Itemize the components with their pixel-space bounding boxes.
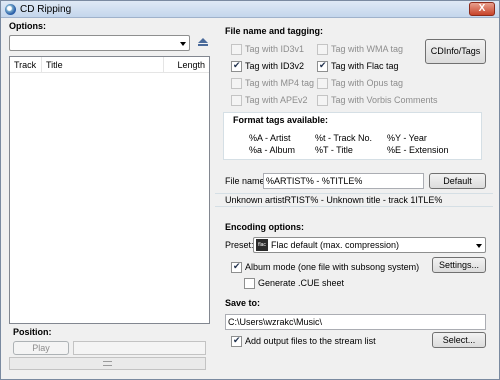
cd-app-icon: [5, 4, 16, 15]
checkbox-box: [317, 78, 328, 89]
filename-label: File name:: [225, 176, 268, 186]
checkbox-label: Tag with ID3v1: [245, 44, 305, 54]
filename-preview-bar: Unknown artistRTIST% - Unknown title - t…: [215, 193, 493, 207]
eject-icon[interactable]: [197, 36, 209, 48]
chevron-down-icon: [476, 244, 482, 248]
play-button[interactable]: Play: [13, 341, 69, 355]
checkbox-label: Tag with Flac tag: [331, 61, 399, 71]
settings-button[interactable]: Settings...: [432, 257, 486, 273]
track-list[interactable]: Track Title Length: [9, 56, 210, 324]
format-tag-track-no: %t - Track No.: [315, 133, 373, 143]
format-tag-artist: %A - Artist: [249, 133, 291, 143]
checkbox-box: [231, 78, 242, 89]
preset-select[interactable]: flac Flac default (max. compression): [253, 237, 486, 253]
column-length[interactable]: Length: [164, 57, 209, 73]
preset-label: Preset:: [225, 240, 254, 250]
format-tag-extension: %E - Extension: [387, 145, 449, 155]
checkbox-box: [231, 335, 242, 347]
format-tags-box: Format tags available: %A - Artist %t - …: [223, 112, 482, 160]
checkbox-box: [244, 278, 255, 289]
checkbox-label: Tag with MP4 tag: [245, 78, 315, 88]
filename-input[interactable]: %ARTIST% - %TITLE%: [263, 173, 424, 189]
checkbox-label: Album mode (one file with subsong system…: [245, 262, 420, 272]
checkbox-label: Add output files to the stream list: [245, 336, 376, 346]
checkbox-label: Tag with APEv2: [245, 95, 308, 105]
checkbox-label: Tag with Vorbis Comments: [331, 95, 438, 105]
cdinfo-tags-button[interactable]: CDInfo/Tags: [425, 39, 486, 64]
checkbox-box: [231, 60, 242, 72]
checkbox-box: [317, 44, 328, 55]
select-folder-button[interactable]: Select...: [432, 332, 486, 348]
encoding-header: Encoding options:: [225, 222, 304, 232]
checkbox-box: [317, 60, 328, 72]
options-label: Options:: [9, 21, 46, 31]
cd-ripping-window: CD Ripping X Options: Track Title Length…: [0, 0, 500, 380]
position-bar[interactable]: [73, 341, 206, 355]
format-tags-area: Format tags available: %A - Artist %t - …: [215, 112, 493, 162]
chevron-down-icon: [180, 42, 186, 46]
format-tag-title: %T - Title: [315, 145, 353, 155]
preset-value: Flac default (max. compression): [271, 240, 400, 250]
drive-select[interactable]: [9, 35, 190, 51]
checkbox-box: [231, 95, 242, 106]
format-tag-year: %Y - Year: [387, 133, 427, 143]
format-tag-album: %a - Album: [249, 145, 296, 155]
checkbox-label: Tag with ID3v2: [245, 61, 305, 71]
default-button[interactable]: Default: [429, 173, 486, 189]
checkbox-box: [231, 44, 242, 55]
close-button[interactable]: X: [469, 2, 495, 16]
tagging-header: File name and tagging:: [225, 26, 324, 36]
checkbox-label: Tag with WMA tag: [331, 44, 404, 54]
format-tags-header: Format tags available:: [233, 115, 329, 125]
window-title: CD Ripping: [20, 4, 72, 15]
save-to-header: Save to:: [225, 298, 261, 308]
filename-preview: Unknown artistRTIST% - Unknown title - t…: [225, 195, 443, 205]
column-title[interactable]: Title: [42, 57, 164, 73]
title-bar[interactable]: CD Ripping X: [1, 1, 499, 18]
checkbox-box: [317, 95, 328, 106]
position-slider[interactable]: [9, 357, 206, 370]
checkbox-label: Tag with Opus tag: [331, 78, 404, 88]
flac-icon: flac: [256, 239, 268, 251]
checkbox-label: Generate .CUE sheet: [258, 278, 345, 288]
save-path-input[interactable]: C:\Users\wzrakc\Music\: [225, 314, 486, 330]
grip-icon: [103, 361, 112, 366]
checkbox-box: [231, 261, 242, 273]
position-label: Position:: [13, 327, 52, 337]
column-track[interactable]: Track: [10, 57, 42, 73]
